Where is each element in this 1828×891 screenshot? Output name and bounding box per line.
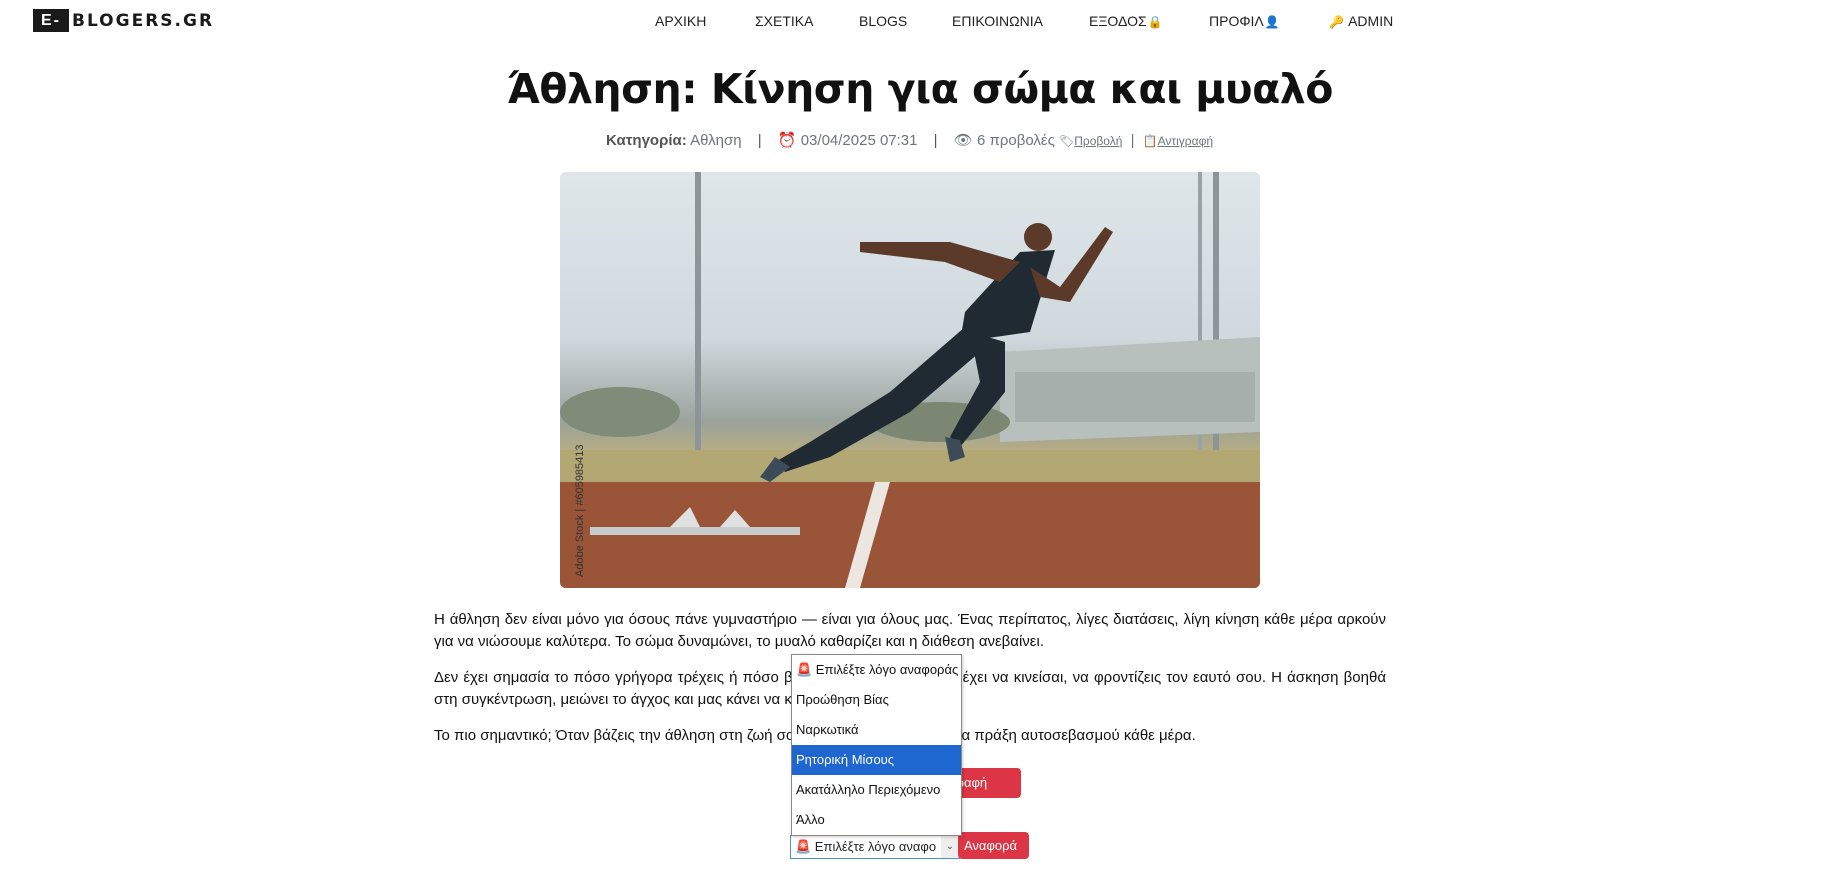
logo-text: BLOGERS.GR xyxy=(72,10,215,31)
view-count: 6 προβολές xyxy=(976,132,1055,149)
site-logo[interactable]: E- BLOGERS.GR xyxy=(33,9,214,32)
logo-prefix: E- xyxy=(33,9,69,32)
nav-logout[interactable]: ΕΞΟΔΟΣ🔒 xyxy=(1089,12,1164,30)
post-paragraph-1: Η άθληση δεν είναι μόνο για όσους πάνε γ… xyxy=(434,611,1386,650)
category-label: Κατηγορία: xyxy=(606,132,687,149)
meta-divider: | xyxy=(757,132,762,149)
user-icon: 👤 xyxy=(1264,15,1280,29)
sprinter-illustration xyxy=(560,172,1260,588)
report-button-label: Αναφορά xyxy=(964,838,1018,853)
report-select-value: 🚨 Επιλέξτε λόγο αναφο xyxy=(795,839,937,854)
post-date: 03/04/2025 07:31 xyxy=(800,132,918,149)
alarm-clock-icon: ⏰ xyxy=(777,132,797,149)
nav-admin-label: ADMIN xyxy=(1348,13,1394,29)
nav-home[interactable]: ΑΡΧΙΚΗ xyxy=(655,12,706,30)
clipboard-icon: 📋 xyxy=(1142,134,1158,148)
meta-divider: | xyxy=(1130,132,1135,149)
report-button[interactable]: Αναφορά xyxy=(958,832,1029,859)
view-link[interactable]: Προβολή xyxy=(1074,134,1122,148)
nav-logout-label: ΕΞΟΔΟΣ xyxy=(1089,13,1147,29)
eye-icon: 👁 xyxy=(953,132,973,149)
chevron-down-icon[interactable]: ⌄ xyxy=(941,836,959,858)
dropdown-option-highlighted[interactable]: Ρητορική Μίσους xyxy=(792,745,961,775)
nav-admin[interactable]: 🔑 ADMIN xyxy=(1328,12,1393,30)
post-meta: Κατηγορία: Αθληση | ⏰ 03/04/2025 07:31 |… xyxy=(606,131,1213,151)
dropdown-option[interactable]: 🚨 Επιλέξτε λόγο αναφοράς xyxy=(792,655,961,685)
report-reason-dropdown[interactable]: 🚨 Επιλέξτε λόγο αναφοράς Προώθηση Βίας Ν… xyxy=(791,654,962,836)
report-reason-select[interactable]: 🚨 Επιλέξτε λόγο αναφο ⌄ xyxy=(790,835,960,859)
key-icon: 🔑 xyxy=(1329,15,1344,29)
meta-divider: | xyxy=(933,132,938,149)
tag-icon: 🏷 xyxy=(1058,134,1075,148)
dropdown-option[interactable]: Προώθηση Βίας xyxy=(792,685,961,715)
category-value: Αθληση xyxy=(690,132,742,149)
copy-link[interactable]: Αντιγραφή xyxy=(1158,134,1213,148)
nav-blogs[interactable]: BLOGS xyxy=(859,12,907,30)
post-title: Άθληση: Κίνηση για σώμα και μυαλό xyxy=(507,65,1333,113)
dropdown-option[interactable]: Ακατάλληλο Περιεχόμενο xyxy=(792,775,961,805)
dropdown-option[interactable]: Ναρκωτικά xyxy=(792,715,961,745)
post-hero-image: Adobe Stock | #605985413 xyxy=(560,172,1260,588)
nav-profile-label: ΠΡΟΦΙΛ xyxy=(1209,13,1264,29)
nav-about[interactable]: ΣΧΕΤΙΚΑ xyxy=(755,12,813,30)
image-watermark-text: Adobe Stock | #605985413 xyxy=(574,444,586,577)
lock-icon: 🔒 xyxy=(1147,15,1163,29)
nav-profile[interactable]: ΠΡΟΦΙΛ👤 xyxy=(1209,12,1281,30)
nav-contact[interactable]: ΕΠΙΚΟΙΝΩΝΙΑ xyxy=(952,12,1043,30)
dropdown-option[interactable]: Άλλο xyxy=(792,805,961,835)
